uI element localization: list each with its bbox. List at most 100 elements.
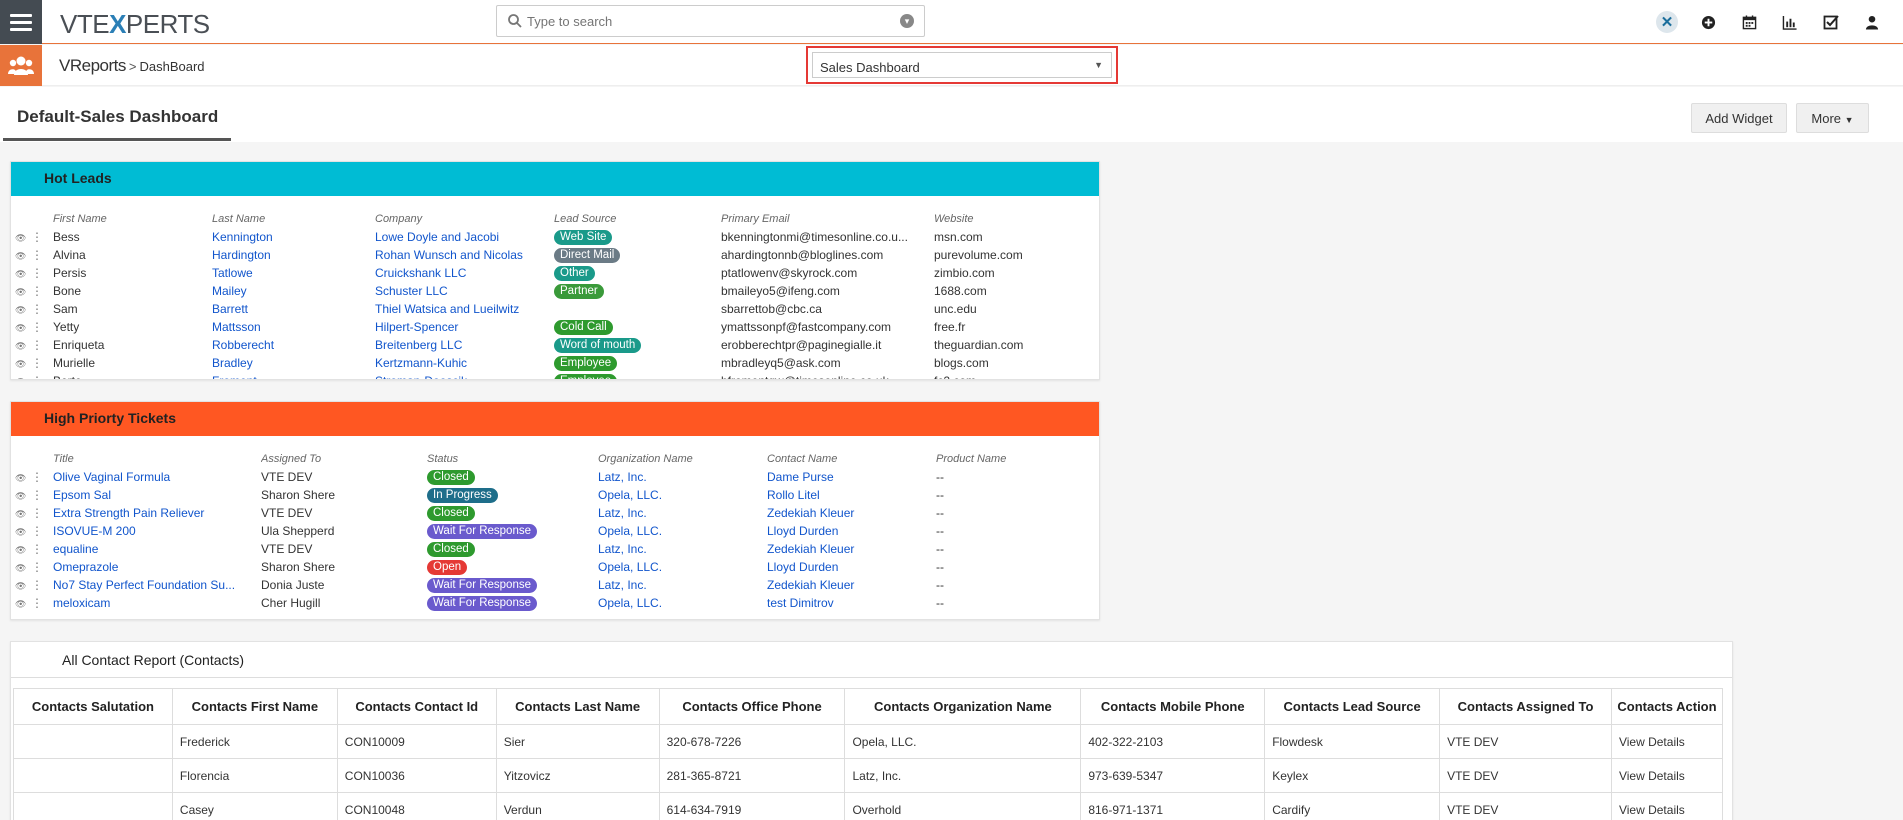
plus-circle-icon[interactable] xyxy=(1697,11,1719,33)
tickets-cell-contact-name[interactable]: Lloyd Durden xyxy=(767,560,936,574)
hot_leads-cell-last-name[interactable]: Tatlowe xyxy=(212,266,375,280)
eye-icon[interactable]: 👁 xyxy=(15,251,27,262)
eye-icon[interactable]: 👁 xyxy=(15,545,27,556)
eye-icon[interactable]: 👁 xyxy=(15,359,27,370)
tickets-cell-organization-name[interactable]: Opela, LLC. xyxy=(598,596,767,610)
table-column-header[interactable]: Contacts First Name xyxy=(171,688,338,725)
more-vertical-icon[interactable]: ⋮ xyxy=(31,578,43,592)
vtexperts-icon[interactable]: ✕ xyxy=(1656,11,1678,33)
hot_leads-cell-company[interactable]: Lowe Doyle and Jacobi xyxy=(375,230,554,244)
tickets-column-header[interactable]: Assigned To xyxy=(261,453,427,465)
tickets-cell-title[interactable]: meloxicam xyxy=(53,596,261,610)
eye-icon[interactable]: 👁 xyxy=(15,473,27,484)
tickets-cell-title[interactable]: equaline xyxy=(53,542,261,556)
hot_leads-cell-last-name[interactable]: Robberecht xyxy=(212,338,375,352)
tickets-cell-title[interactable]: Epsom Sal xyxy=(53,488,261,502)
eye-icon[interactable]: 👁 xyxy=(15,563,27,574)
eye-icon[interactable]: 👁 xyxy=(15,599,27,610)
eye-icon[interactable]: 👁 xyxy=(15,491,27,502)
view-details-link[interactable]: View Details xyxy=(1610,758,1724,793)
more-vertical-icon[interactable]: ⋮ xyxy=(31,374,43,379)
contacts-report-title[interactable]: All Contact Report (Contacts) xyxy=(11,642,1732,678)
more-vertical-icon[interactable]: ⋮ xyxy=(31,320,43,334)
view-details-link[interactable]: View Details xyxy=(1610,724,1724,759)
tickets-cell-contact-name[interactable]: Rollo Litel xyxy=(767,488,936,502)
tickets-cell-organization-name[interactable]: Opela, LLC. xyxy=(598,560,767,574)
users-group-icon[interactable] xyxy=(0,45,42,86)
tickets-cell-contact-name[interactable]: Zedekiah Kleuer xyxy=(767,542,936,556)
hot_leads-cell-last-name[interactable]: Mattsson xyxy=(212,320,375,334)
tickets-cell-organization-name[interactable]: Latz, Inc. xyxy=(598,578,767,592)
tickets-cell-organization-name[interactable]: Opela, LLC. xyxy=(598,488,767,502)
table-column-header[interactable]: Contacts Salutation xyxy=(13,688,173,725)
tickets-column-header[interactable]: Contact Name xyxy=(767,453,936,465)
eye-icon[interactable]: 👁 xyxy=(15,341,27,352)
hot_leads-column-header[interactable]: Lead Source xyxy=(554,213,721,225)
hot_leads-cell-company[interactable]: Hilpert-Spencer xyxy=(375,320,554,334)
hot_leads-cell-company[interactable]: Thiel Watsica and Lueilwitz xyxy=(375,302,554,316)
eye-icon[interactable]: 👁 xyxy=(15,233,27,244)
checkbox-icon[interactable] xyxy=(1820,11,1842,33)
more-vertical-icon[interactable]: ⋮ xyxy=(31,266,43,280)
tickets-column-header[interactable]: Status xyxy=(427,453,598,465)
tickets-column-header[interactable]: Title xyxy=(53,453,261,465)
eye-icon[interactable]: 👁 xyxy=(15,323,27,334)
tickets-cell-contact-name[interactable]: test Dimitrov xyxy=(767,596,936,610)
tickets-cell-title[interactable]: Extra Strength Pain Reliever xyxy=(53,506,261,520)
more-vertical-icon[interactable]: ⋮ xyxy=(31,302,43,316)
hot_leads-cell-company[interactable]: Breitenberg LLC xyxy=(375,338,554,352)
hot_leads-cell-company[interactable]: Cruickshank LLC xyxy=(375,266,554,280)
hot_leads-cell-last-name[interactable]: Kennington xyxy=(212,230,375,244)
hot_leads-column-header[interactable]: First Name xyxy=(53,213,212,225)
more-vertical-icon[interactable]: ⋮ xyxy=(31,560,43,574)
tickets-cell-organization-name[interactable]: Latz, Inc. xyxy=(598,506,767,520)
app-logo[interactable]: VTEXPERTS xyxy=(60,9,210,40)
more-vertical-icon[interactable]: ⋮ xyxy=(31,470,43,484)
eye-icon[interactable]: 👁 xyxy=(15,377,27,379)
more-vertical-icon[interactable]: ⋮ xyxy=(31,542,43,556)
tickets-column-header[interactable]: Product Name xyxy=(936,453,1066,465)
view-details-link[interactable]: View Details xyxy=(1610,792,1724,820)
hot_leads-cell-last-name[interactable]: Bradley xyxy=(212,356,375,370)
eye-icon[interactable]: 👁 xyxy=(15,269,27,280)
eye-icon[interactable]: 👁 xyxy=(15,509,27,520)
tickets-cell-title[interactable]: No7 Stay Perfect Foundation Su... xyxy=(53,578,261,592)
hot_leads-column-header[interactable]: Primary Email xyxy=(721,213,934,225)
more-vertical-icon[interactable]: ⋮ xyxy=(31,248,43,262)
more-vertical-icon[interactable]: ⋮ xyxy=(31,596,43,610)
table-column-header[interactable]: Contacts Lead Source xyxy=(1264,688,1441,725)
table-column-header[interactable]: Contacts Last Name xyxy=(495,688,660,725)
hot_leads-cell-company[interactable]: Kertzmann-Kuhic xyxy=(375,356,554,370)
more-vertical-icon[interactable]: ⋮ xyxy=(31,338,43,352)
table-column-header[interactable]: Contacts Mobile Phone xyxy=(1080,688,1266,725)
table-column-header[interactable]: Contacts Office Phone xyxy=(658,688,846,725)
more-vertical-icon[interactable]: ⋮ xyxy=(31,230,43,244)
hot_leads-cell-company[interactable]: Stroman-Dooscik xyxy=(375,374,554,379)
tickets-cell-title[interactable]: ISOVUE-M 200 xyxy=(53,524,261,538)
search-input[interactable] xyxy=(527,10,877,32)
hot_leads-cell-company[interactable]: Rohan Wunsch and Nicolas xyxy=(375,248,554,262)
table-column-header[interactable]: Contacts Action xyxy=(1610,688,1724,725)
more-vertical-icon[interactable]: ⋮ xyxy=(31,524,43,538)
tickets-cell-organization-name[interactable]: Opela, LLC. xyxy=(598,524,767,538)
tickets-cell-contact-name[interactable]: Dame Purse xyxy=(767,470,936,484)
tickets-header[interactable]: High Priorty Tickets xyxy=(11,402,1099,436)
hot_leads-column-header[interactable]: Last Name xyxy=(212,213,375,225)
tickets-cell-contact-name[interactable]: Zedekiah Kleuer xyxy=(767,578,936,592)
more-vertical-icon[interactable]: ⋮ xyxy=(31,506,43,520)
table-column-header[interactable]: Contacts Contact Id xyxy=(336,688,497,725)
bar-chart-icon[interactable] xyxy=(1779,11,1801,33)
tickets-cell-contact-name[interactable]: Lloyd Durden xyxy=(767,524,936,538)
hot_leads-cell-last-name[interactable]: Barrett xyxy=(212,302,375,316)
hot_leads-cell-last-name[interactable]: Hardington xyxy=(212,248,375,262)
menu-icon[interactable] xyxy=(0,0,42,44)
tickets-cell-contact-name[interactable]: Zedekiah Kleuer xyxy=(767,506,936,520)
hot_leads-cell-company[interactable]: Schuster LLC xyxy=(375,284,554,298)
eye-icon[interactable]: 👁 xyxy=(15,581,27,592)
eye-icon[interactable]: 👁 xyxy=(15,527,27,538)
add-widget-button[interactable]: Add Widget xyxy=(1691,103,1787,133)
eye-icon[interactable]: 👁 xyxy=(15,305,27,316)
more-vertical-icon[interactable]: ⋮ xyxy=(31,356,43,370)
calendar-icon[interactable] xyxy=(1738,11,1760,33)
hot_leads-cell-last-name[interactable]: Froment xyxy=(212,374,375,379)
